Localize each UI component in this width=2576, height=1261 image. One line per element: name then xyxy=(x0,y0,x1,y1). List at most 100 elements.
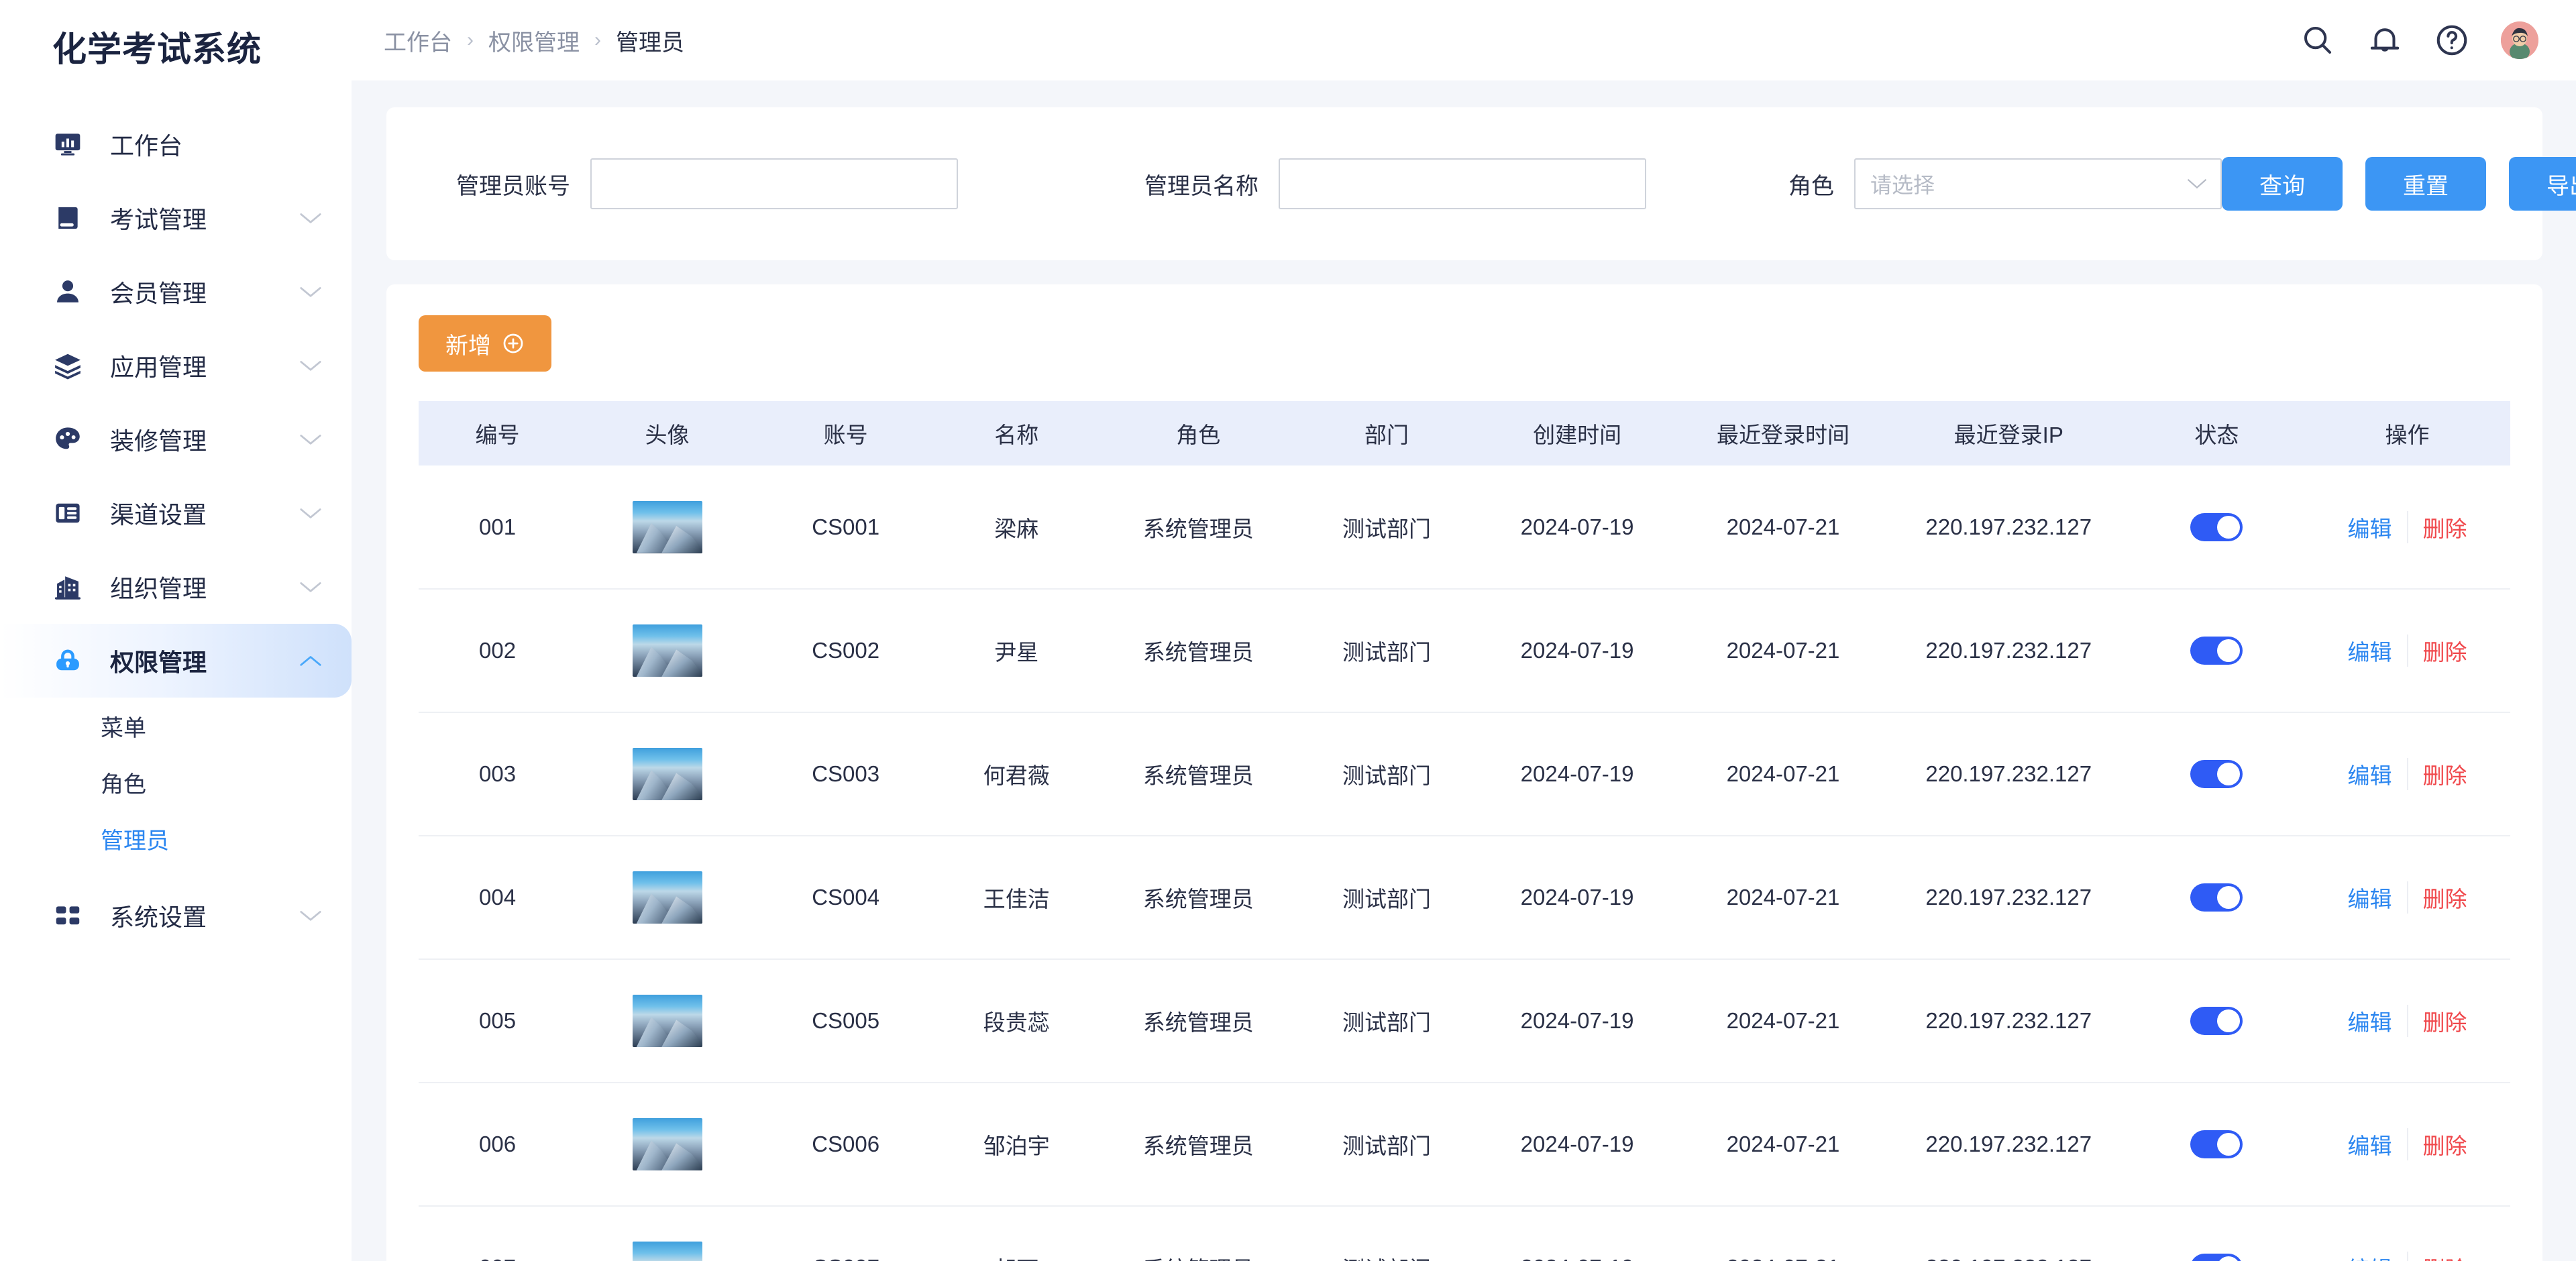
cell-created: 2024-07-19 xyxy=(1477,959,1678,1083)
delete-link[interactable]: 删除 xyxy=(2407,881,2467,914)
chevron-down-icon[interactable] xyxy=(297,204,325,232)
delete-link[interactable]: 删除 xyxy=(2407,635,2467,667)
cell-last-login: 2024-07-21 xyxy=(1678,959,1888,1083)
status-toggle[interactable] xyxy=(2190,1007,2243,1035)
add-button[interactable]: 新增 xyxy=(419,315,551,372)
cell-role: 系统管理员 xyxy=(1099,465,1297,589)
chevron-up-icon[interactable] xyxy=(297,647,325,675)
filter-account: 管理员账号 xyxy=(456,158,958,209)
status-toggle[interactable] xyxy=(2190,637,2243,665)
chevron-down-icon[interactable] xyxy=(297,901,325,930)
cell-department: 测试部门 xyxy=(1297,959,1477,1083)
column-header-7: 创建时间 xyxy=(1477,401,1678,465)
cell-department: 测试部门 xyxy=(1297,589,1477,712)
cell-id: 005 xyxy=(419,959,576,1083)
sidebar-nav: 工作台考试管理会员管理应用管理装修管理渠道设置组织管理权限管理菜单角色管理员系统… xyxy=(0,107,352,952)
delete-link[interactable]: 删除 xyxy=(2407,1252,2467,1261)
cell-avatar xyxy=(576,712,758,836)
table-row: 007CS007胡雨系统管理员测试部门2024-07-192024-07-212… xyxy=(419,1206,2510,1261)
cell-account: CS001 xyxy=(758,465,933,589)
mountain-thumbnail xyxy=(633,1118,702,1170)
cell-status xyxy=(2129,1083,2304,1206)
chevron-down-icon[interactable] xyxy=(297,351,325,380)
filter-name-input[interactable] xyxy=(1279,158,1646,209)
grid-icon xyxy=(52,900,83,931)
status-toggle[interactable] xyxy=(2190,883,2243,912)
column-header-1: 编号 xyxy=(419,401,576,465)
table-row: 003CS003何君薇系统管理员测试部门2024-07-192024-07-21… xyxy=(419,712,2510,836)
mountain-thumbnail xyxy=(633,624,702,677)
table-head: 编号头像账号名称角色部门创建时间最近登录时间最近登录IP状态操作 xyxy=(419,401,2510,465)
reset-button[interactable]: 重置 xyxy=(2365,157,2486,211)
status-toggle[interactable] xyxy=(2190,513,2243,541)
bell-icon[interactable] xyxy=(2367,22,2403,58)
cell-id: 001 xyxy=(419,465,576,589)
cell-account: CS007 xyxy=(758,1206,933,1261)
edit-link[interactable]: 编辑 xyxy=(2348,1252,2407,1261)
sidebar: 化学考试系统 工作台考试管理会员管理应用管理装修管理渠道设置组织管理权限管理菜单… xyxy=(0,0,352,1261)
edit-link[interactable]: 编辑 xyxy=(2348,758,2407,790)
sidebar-item-6[interactable]: 渠道设置 xyxy=(0,476,352,550)
chevron-down-icon[interactable] xyxy=(297,573,325,601)
sidebar-subitem-2[interactable]: 角色 xyxy=(0,754,352,810)
edit-link[interactable]: 编辑 xyxy=(2348,635,2407,667)
delete-link[interactable]: 删除 xyxy=(2407,1005,2467,1037)
cell-last-login: 2024-07-21 xyxy=(1678,836,1888,959)
sidebar-item-label: 组织管理 xyxy=(110,569,207,604)
status-toggle[interactable] xyxy=(2190,1130,2243,1158)
mountain-thumbnail xyxy=(633,871,702,924)
sidebar-item-7[interactable]: 组织管理 xyxy=(0,550,352,624)
cell-department: 测试部门 xyxy=(1297,1206,1477,1261)
sidebar-item-3[interactable]: 会员管理 xyxy=(0,255,352,329)
cell-name: 段贵蕊 xyxy=(933,959,1099,1083)
sidebar-item-1[interactable]: 工作台 xyxy=(0,107,352,181)
edit-link[interactable]: 编辑 xyxy=(2348,1005,2407,1037)
chevron-down-icon[interactable] xyxy=(297,499,325,527)
breadcrumb-item-1[interactable]: 工作台 xyxy=(384,24,452,57)
export-button[interactable]: 导出 xyxy=(2509,157,2576,211)
breadcrumb-item-2[interactable]: 权限管理 xyxy=(488,24,580,57)
search-button[interactable]: 查询 xyxy=(2222,157,2343,211)
sidebar-subitem-3[interactable]: 管理员 xyxy=(0,810,352,867)
edit-link[interactable]: 编辑 xyxy=(2348,511,2407,543)
topbar: 工作台›权限管理›管理员 xyxy=(352,0,2576,80)
search-icon[interactable] xyxy=(2300,22,2336,58)
mountain-thumbnail xyxy=(633,1242,702,1261)
filter-role-select[interactable]: 请选择 xyxy=(1854,158,2222,209)
filter-role-selected: 请选择 xyxy=(1870,168,1935,199)
cell-last-login: 2024-07-21 xyxy=(1678,1083,1888,1206)
delete-link[interactable]: 删除 xyxy=(2407,1128,2467,1160)
delete-link[interactable]: 删除 xyxy=(2407,511,2467,543)
sidebar-item-label: 工作台 xyxy=(110,127,182,162)
sidebar-item-8[interactable]: 权限管理 xyxy=(0,624,352,698)
user-icon xyxy=(52,276,83,307)
cell-account: CS005 xyxy=(758,959,933,1083)
table-row: 004CS004王佳洁系统管理员测试部门2024-07-192024-07-21… xyxy=(419,836,2510,959)
status-toggle[interactable] xyxy=(2190,760,2243,788)
sidebar-item-9[interactable]: 系统设置 xyxy=(0,879,352,952)
sidebar-item-5[interactable]: 装修管理 xyxy=(0,402,352,476)
cell-last-ip: 220.197.232.127 xyxy=(1888,836,2129,959)
mountain-thumbnail xyxy=(633,748,702,800)
cell-created: 2024-07-19 xyxy=(1477,836,1678,959)
status-toggle[interactable] xyxy=(2190,1254,2243,1261)
cell-last-ip: 220.197.232.127 xyxy=(1888,712,2129,836)
cell-id: 003 xyxy=(419,712,576,836)
edit-link[interactable]: 编辑 xyxy=(2348,881,2407,914)
avatar[interactable] xyxy=(2501,21,2538,59)
cell-department: 测试部门 xyxy=(1297,836,1477,959)
chevron-down-icon[interactable] xyxy=(297,278,325,306)
delete-link[interactable]: 删除 xyxy=(2407,758,2467,790)
filter-account-input[interactable] xyxy=(590,158,958,209)
column-header-11: 操作 xyxy=(2304,401,2510,465)
sidebar-item-2[interactable]: 考试管理 xyxy=(0,181,352,255)
edit-link[interactable]: 编辑 xyxy=(2348,1128,2407,1160)
cell-department: 测试部门 xyxy=(1297,1083,1477,1206)
sidebar-subitem-1[interactable]: 菜单 xyxy=(0,698,352,754)
cell-role: 系统管理员 xyxy=(1099,1206,1297,1261)
chevron-down-icon[interactable] xyxy=(297,425,325,453)
column-header-9: 最近登录IP xyxy=(1888,401,2129,465)
cell-last-ip: 220.197.232.127 xyxy=(1888,465,2129,589)
sidebar-item-4[interactable]: 应用管理 xyxy=(0,329,352,402)
help-icon[interactable] xyxy=(2434,22,2470,58)
